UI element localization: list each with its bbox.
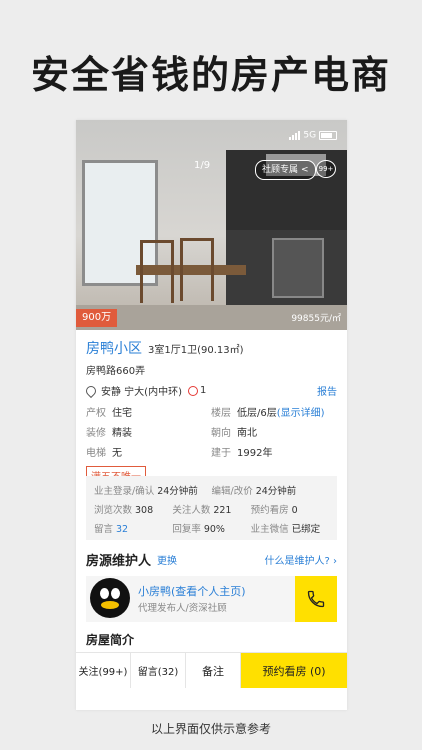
status-bar: 5G: [288, 130, 337, 141]
stat-item: 浏览次数 308: [94, 504, 154, 516]
total-price: 900万: [76, 309, 118, 327]
message-button[interactable]: 留言(32): [131, 653, 186, 688]
book-viewing-button[interactable]: 预约看房 (0): [241, 653, 347, 688]
stat-item: 留言 32: [94, 523, 129, 535]
agent-section-title: 房源维护人: [86, 554, 152, 569]
signal-icon: [288, 130, 301, 140]
spec-item: 产权 住宅: [86, 408, 132, 419]
unit-price: 99855元/㎡: [291, 314, 341, 324]
phone-screen: 5G 1/9 社顾专属 < 99+ 900万 99855元/㎡ 房鸭小区 3室1厅…: [76, 120, 347, 710]
stat-item: 预约看房 0: [250, 504, 298, 516]
metro-icon: [187, 385, 198, 396]
metro-count: 1: [199, 385, 207, 396]
spec-item: 楼层 低层/6层(显示详细): [211, 408, 325, 419]
spec-item: 电梯无: [86, 448, 122, 459]
agent-role: 代理发布人/资深社顾: [138, 603, 227, 614]
stat-item: 业主微信 已绑定: [250, 523, 321, 535]
location-text: 安静 宁大(内中环): [101, 387, 182, 398]
change-agent-link[interactable]: 更换: [157, 552, 177, 567]
follow-button[interactable]: 关注(99+): [76, 653, 131, 688]
message-count-link[interactable]: 32: [116, 524, 128, 535]
stat-item: 回复率 90%: [172, 523, 225, 535]
share-label: 社顾专属: [262, 165, 299, 175]
report-link[interactable]: 报告: [317, 383, 337, 398]
avatar-eye: [111, 588, 120, 599]
agent-header: 房源维护人 更换 什么是维护人? ›: [86, 550, 337, 569]
listing-info: 房鸭小区 3室1厅1卫(90.13㎡) 房鸭路660弄 安静 宁大(内中环) 1…: [83, 338, 337, 485]
spec-item: 建于 1992年: [211, 448, 273, 459]
share-icon: <: [301, 165, 309, 175]
spec-item: 朝向 南北: [211, 428, 257, 439]
photo-oven: [272, 238, 324, 298]
views-badge[interactable]: 99+: [316, 160, 336, 178]
note-button[interactable]: 备注: [186, 653, 241, 688]
avatar[interactable]: [90, 578, 130, 618]
spec-grid: 产权 住宅 楼层 低层/6层(显示详细) 装修 精装 朝向 南北 电梯无 建于 1992年: [86, 404, 337, 459]
avatar-eye: [100, 588, 109, 599]
community-link[interactable]: 房鸭小区: [86, 338, 142, 358]
layout-text: 3室1厅1卫(90.13㎡): [148, 345, 244, 356]
phone-icon: [307, 590, 325, 608]
stat-item: 编辑/改价 24分钟前: [211, 485, 297, 497]
call-button[interactable]: [295, 576, 337, 622]
agent-card[interactable]: 小房鸭(查看个人主页) 代理发布人/资深社顾: [86, 576, 337, 622]
footer-note: 以上界面仅供示意参考: [150, 722, 271, 736]
location-pin-icon: [83, 383, 99, 398]
photo-chair: [180, 238, 214, 301]
stat-item: 关注人数 221: [172, 504, 232, 516]
agent-name-link[interactable]: 小房鸭(查看个人主页): [138, 583, 246, 599]
photo-counter-label: 1/9: [194, 160, 211, 171]
network-label: 5G: [303, 130, 317, 141]
spec-item: 装修 精装: [86, 428, 132, 439]
address-text: 房鸭路660弄: [86, 366, 146, 377]
battery-icon: [319, 130, 337, 140]
headline: 安全省钱的房产电商: [30, 53, 391, 97]
photo-chair: [140, 240, 174, 303]
stat-item: 业主登录/确认 24分钟前: [94, 485, 198, 497]
listing-photo[interactable]: 5G 1/9 社顾专属 < 99+ 900万 99855元/㎡: [76, 120, 347, 330]
intro-title: 房屋简介: [86, 633, 135, 647]
bottom-action-bar: 关注(99+) 留言(32) 备注 预约看房 (0): [76, 652, 347, 688]
listing-stats: 业主登录/确认 24分钟前 编辑/改价 24分钟前 浏览次数 308 关注人数 221 …: [86, 476, 337, 540]
what-is-agent-link[interactable]: 什么是维护人? ›: [265, 552, 338, 567]
share-button[interactable]: 社顾专属 <: [255, 160, 316, 180]
floor-detail-link[interactable]: (显示详细): [277, 408, 325, 419]
avatar-beak: [101, 601, 119, 609]
